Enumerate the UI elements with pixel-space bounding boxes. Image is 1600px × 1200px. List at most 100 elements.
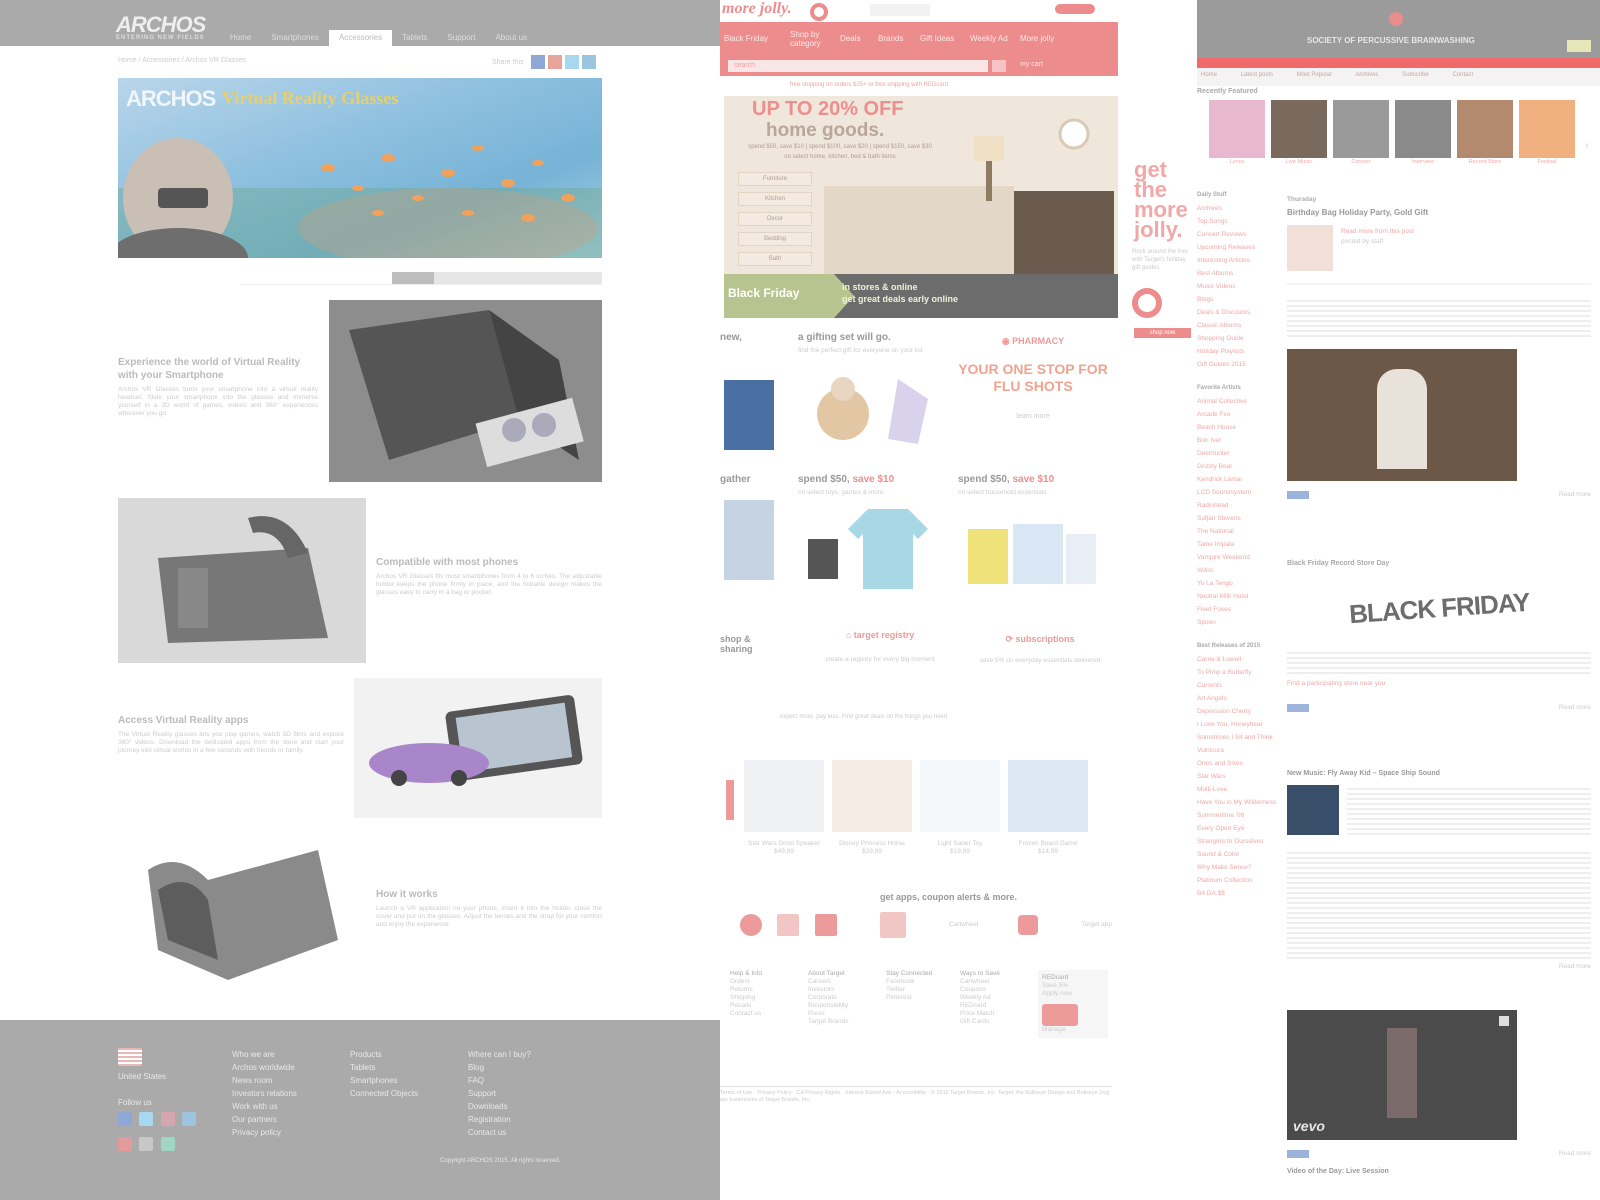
promo-category-button[interactable]: Decor bbox=[738, 212, 812, 226]
rss-icon[interactable] bbox=[139, 1137, 154, 1151]
subnav-item[interactable]: Most Popular bbox=[1297, 72, 1332, 78]
sidebar-link[interactable]: Neutral Milk Hotel bbox=[1197, 590, 1277, 603]
share-icon[interactable] bbox=[1499, 1016, 1509, 1026]
subnav-item[interactable]: Contact bbox=[1452, 72, 1473, 78]
chevron-right-icon[interactable]: › bbox=[1585, 140, 1588, 151]
product-image[interactable] bbox=[724, 500, 774, 580]
sidebar-link[interactable]: To Pimp a Butterfly bbox=[1197, 666, 1277, 679]
footer-link[interactable]: Responsibility bbox=[808, 1002, 872, 1010]
black-friday-banner[interactable]: BLACK FRIDAY bbox=[1287, 575, 1591, 641]
like-button[interactable] bbox=[1287, 491, 1309, 499]
subnav-item[interactable]: Subscribe bbox=[1402, 72, 1429, 78]
sidebar-link[interactable]: Best Albums bbox=[1197, 267, 1277, 280]
footer-link[interactable]: Weekly Ad bbox=[960, 994, 1024, 1002]
sidebar-link[interactable]: Art Angels bbox=[1197, 692, 1277, 705]
registry-app-icon[interactable] bbox=[777, 914, 800, 936]
read-more-link[interactable]: Read more bbox=[1559, 704, 1591, 712]
footer-link[interactable]: Returns bbox=[730, 986, 794, 994]
nav-item-home[interactable]: Home bbox=[220, 30, 261, 46]
promo-category-button[interactable]: Kitchen bbox=[738, 192, 812, 206]
search-icon[interactable] bbox=[992, 60, 1006, 72]
sidebar-link[interactable]: Upcoming Releases bbox=[1197, 241, 1277, 254]
nav-shop-category[interactable]: Shop by category bbox=[790, 30, 830, 48]
sidebar-link[interactable]: Deerhunter bbox=[1197, 447, 1277, 460]
footer-link[interactable]: Archos worldwide bbox=[232, 1061, 297, 1074]
subscribe-button[interactable] bbox=[1567, 40, 1591, 52]
sidebar-link[interactable]: LCD Soundsystem bbox=[1197, 486, 1277, 499]
footer-link[interactable]: Save 5% bbox=[1042, 982, 1104, 990]
post-link[interactable]: Read more from this post bbox=[1341, 225, 1414, 238]
instagram-icon[interactable] bbox=[160, 1112, 175, 1126]
sidebar-link[interactable]: Ones and Sixes bbox=[1197, 757, 1277, 770]
sidebar-link[interactable]: Holiday Playlists bbox=[1197, 345, 1277, 358]
facebook-icon[interactable] bbox=[530, 55, 545, 69]
footer-link[interactable]: Twitter bbox=[886, 986, 946, 994]
sidebar-link[interactable]: Shopping Guide bbox=[1197, 332, 1277, 345]
footer-link[interactable]: Who we are bbox=[232, 1048, 297, 1061]
footer-link[interactable]: Smartphones bbox=[350, 1074, 418, 1087]
footer-link[interactable]: Target Brands bbox=[808, 1018, 872, 1026]
sidebar-link[interactable]: Tame Impala bbox=[1197, 538, 1277, 551]
app-name[interactable]: Cartwheel bbox=[949, 921, 978, 929]
video-player[interactable]: vevo bbox=[1287, 1010, 1517, 1140]
nav-item-accessories[interactable]: Accessories bbox=[328, 30, 393, 46]
sidebar-link[interactable]: Spoon bbox=[1197, 616, 1277, 629]
sidebar-link[interactable]: Top Songs bbox=[1197, 215, 1277, 228]
footer-link[interactable]: Connected Objects bbox=[350, 1087, 418, 1100]
linkedin-icon[interactable] bbox=[182, 1112, 197, 1126]
nav-brands[interactable]: Brands bbox=[878, 34, 903, 43]
footer-link[interactable]: Recalls bbox=[730, 1002, 794, 1010]
free-shipping-note[interactable]: free shipping on orders $25+ or free shi… bbox=[790, 82, 948, 88]
subnav-item[interactable]: Home bbox=[1201, 72, 1217, 78]
post-title[interactable]: Black Friday Record Store Day bbox=[1287, 560, 1591, 567]
sidebar-link[interactable]: Wilco bbox=[1197, 564, 1277, 577]
nav-item-about[interactable]: About us bbox=[485, 30, 537, 46]
site-title[interactable]: SOCIETY OF PERCUSSIVE BRAINWASHING bbox=[1307, 36, 1475, 45]
gift-tile[interactable]: a gifting set will go. find the perfect … bbox=[798, 332, 948, 454]
footer-link[interactable]: Where can I buy? bbox=[468, 1048, 531, 1061]
footer-link[interactable]: Investors bbox=[808, 986, 872, 994]
sidebar-link[interactable]: Vampire Weekend bbox=[1197, 551, 1277, 564]
sidebar-link[interactable]: Have You in My Wilderness bbox=[1197, 796, 1277, 809]
footer-link[interactable]: Manage bbox=[1042, 1026, 1104, 1034]
footer-link[interactable]: Careers bbox=[808, 978, 872, 986]
signin-button[interactable] bbox=[1055, 4, 1095, 14]
featured-thumb[interactable]: Lyrics bbox=[1209, 100, 1265, 166]
facebook-icon[interactable] bbox=[118, 1112, 132, 1126]
footer-link[interactable]: Blog bbox=[468, 1061, 531, 1074]
target-brand[interactable]: more jolly. bbox=[722, 0, 792, 18]
sidebar-link[interactable]: Sound & Color bbox=[1197, 848, 1277, 861]
footer-link[interactable]: Products bbox=[350, 1048, 418, 1061]
sidebar-link[interactable]: Strangers to Ourselves bbox=[1197, 835, 1277, 848]
footer-link[interactable]: Tablets bbox=[350, 1061, 418, 1074]
toys-deal-tile[interactable]: spend $50, save $10 on select toys, game… bbox=[798, 474, 948, 594]
footer-link[interactable]: Corporate bbox=[808, 994, 872, 1002]
subnav-item[interactable]: Latest posts bbox=[1241, 72, 1273, 78]
sidebar-link[interactable]: Arcade Fire bbox=[1197, 408, 1277, 421]
nav-item-smartphones[interactable]: Smartphones bbox=[261, 30, 329, 46]
nav-black-friday[interactable]: Black Friday bbox=[724, 34, 768, 43]
sidebar-link[interactable]: B4.DA.$$ bbox=[1197, 887, 1277, 900]
pharmacy-cta[interactable]: learn more bbox=[958, 413, 1108, 420]
pharmacy-tile[interactable]: ◉ PHARMACY YOUR ONE STOP FOR FLU SHOTS l… bbox=[958, 336, 1108, 420]
read-more-link[interactable]: Read more bbox=[1559, 1150, 1591, 1158]
country-selector[interactable]: United States bbox=[118, 1048, 166, 1083]
side-ad-cta[interactable]: shop now bbox=[1134, 328, 1191, 338]
sidebar-link[interactable]: Gift Guides 2015 bbox=[1197, 358, 1277, 371]
sidebar-link[interactable]: Sometimes I Sit and Think bbox=[1197, 731, 1277, 744]
promo-category-button[interactable]: Bedding bbox=[738, 232, 812, 246]
post-thumb[interactable] bbox=[1287, 785, 1339, 835]
sidebar-link[interactable]: Star Wars bbox=[1197, 770, 1277, 783]
sidebar-link[interactable]: Carrie & Lowell bbox=[1197, 653, 1277, 666]
read-more-link[interactable]: Read more bbox=[1287, 963, 1591, 971]
footer-link[interactable]: Gift Cards bbox=[960, 1018, 1024, 1026]
product-card[interactable]: Star Wars Droid Speaker $49.99 bbox=[744, 760, 824, 856]
like-button[interactable] bbox=[1287, 1150, 1309, 1158]
nav-deals[interactable]: Deals bbox=[840, 34, 860, 43]
sidebar-link[interactable]: Vulnicura bbox=[1197, 744, 1277, 757]
footer-link[interactable]: News room bbox=[232, 1074, 297, 1087]
sidebar-link[interactable]: Why Make Sense? bbox=[1197, 861, 1277, 874]
sidebar-link[interactable]: Bon Iver bbox=[1197, 434, 1277, 447]
sidebar-link[interactable]: Concert Reviews bbox=[1197, 228, 1277, 241]
cart-link[interactable]: my cart bbox=[1020, 61, 1043, 68]
